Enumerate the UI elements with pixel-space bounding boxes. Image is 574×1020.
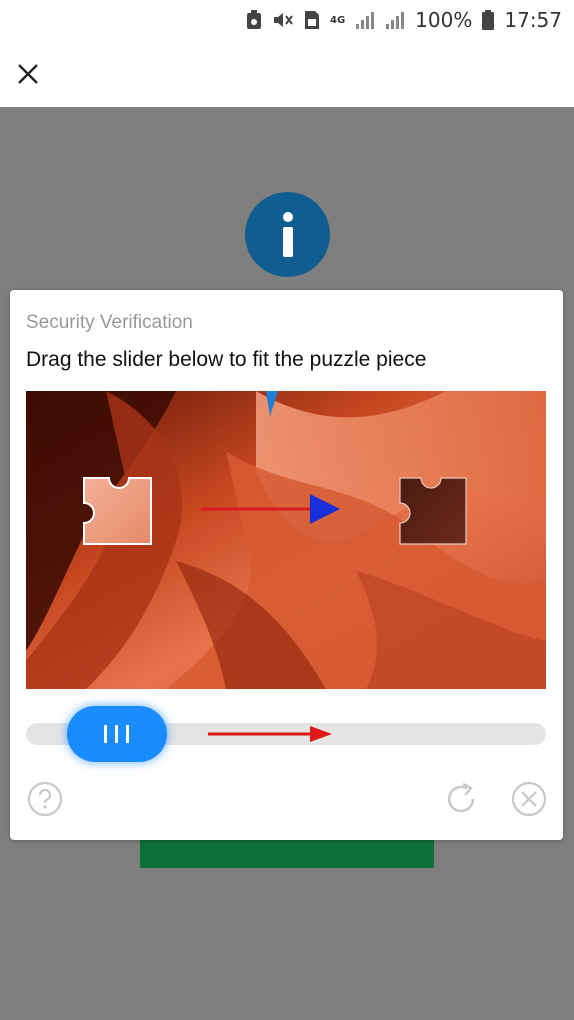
signal-icon — [355, 10, 375, 30]
signal-icon — [385, 10, 405, 30]
dialog-instruction: Drag the slider below to fit the puzzle … — [26, 348, 427, 371]
app-header — [0, 40, 574, 107]
puzzle-image — [26, 391, 546, 689]
clock: 17:57 — [504, 8, 562, 32]
close-circle-icon — [511, 781, 547, 817]
sim-icon — [304, 10, 320, 30]
security-verification-dialog: Security Verification Drag the slider be… — [10, 290, 563, 840]
refresh-button[interactable] — [442, 780, 480, 818]
battery-icon — [482, 10, 495, 30]
network-type: 4G — [330, 14, 346, 26]
help-button[interactable] — [26, 780, 64, 818]
dialog-title: Security Verification — [26, 312, 193, 333]
close-button[interactable] — [14, 60, 42, 88]
direction-arrow-icon — [208, 726, 332, 742]
battery-percent: 100% — [415, 8, 473, 32]
mute-icon — [272, 10, 294, 30]
close-dialog-button[interactable] — [510, 780, 548, 818]
close-icon — [18, 64, 38, 84]
slider-handle[interactable] — [67, 706, 167, 762]
drag-grip-icon — [104, 725, 129, 743]
refresh-icon — [447, 782, 475, 813]
help-icon — [27, 781, 63, 817]
canyon-image — [26, 391, 546, 689]
info-icon — [245, 192, 330, 277]
app-notification-icon — [246, 10, 262, 30]
status-bar: 4G 100% 17:57 — [0, 0, 574, 40]
